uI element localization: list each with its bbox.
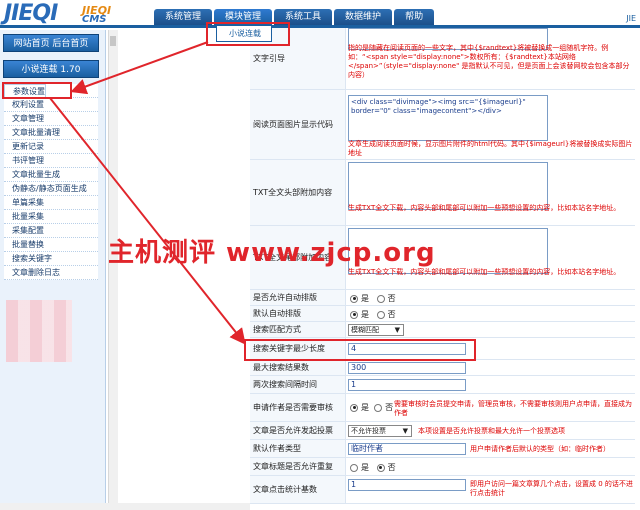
row-label: 搜索匹配方式 bbox=[250, 322, 346, 337]
form-row-text-guide: 文字引导 指的是随藏在阅读页面的一些文字，其中{$randtext}将被替换成一… bbox=[250, 28, 635, 90]
jieqi-logo: JIEQI JIEQI CMS bbox=[4, 0, 144, 26]
image-code-note: 文章生成阅读页面时候，显示图片附件的html代码。其中{$imageurl}将被… bbox=[348, 140, 633, 157]
main-nav: 系统管理 模块管理 系统工具 数据维护 帮助 bbox=[154, 9, 435, 25]
sidebar-menu: 参数设置 权限管理 权利设置 文章管理 文章批量清理 更新记录 书评管理 文章批… bbox=[4, 84, 98, 280]
radio-no-label: 否 bbox=[385, 403, 394, 412]
form-row-author-type: 默认作者类型 临时作者 用户申请作者后默认的类型（如：临时作者） bbox=[250, 440, 635, 458]
form-row-txt-header: TXT全文头部附加内容 生成TXT全文下载，内容头部和尾部可以附加一些预想设置的… bbox=[250, 160, 635, 226]
radio-no-label: 否 bbox=[387, 310, 396, 319]
logo-main: JIEQI bbox=[4, 1, 58, 26]
radio-no-label: 否 bbox=[387, 294, 396, 303]
form-row-auto-format: 是否允许自动排版 是 否 bbox=[250, 290, 635, 306]
author-type-note: 用户申请作者后默认的类型（如：临时作者） bbox=[470, 445, 610, 453]
voting-select[interactable]: 不允许投票 ▼ bbox=[348, 425, 412, 437]
radio-yes-label: 是 bbox=[361, 403, 369, 412]
sidebar-item-rights[interactable]: 权利设置 bbox=[4, 98, 98, 112]
form-row-search-interval: 两次搜索间隔时间 1 bbox=[250, 376, 635, 394]
annotation-box-keyword bbox=[244, 339, 476, 361]
watermark-text: 主机测评 www.zjcp.org bbox=[108, 238, 436, 268]
txt-header-note: 生成TXT全文下载，内容头部和尾部可以附加一些预想设置的内容，比如本站名字地址。 bbox=[348, 204, 621, 212]
author-review-note: 需要审核时会员提交申请，管理员审核，不需要审核则用户点申请，直接成为作者 bbox=[394, 400, 632, 417]
radio-no[interactable] bbox=[374, 403, 383, 412]
radio-yes[interactable] bbox=[350, 294, 358, 303]
row-label: 文章标题是否允许重复 bbox=[250, 458, 346, 475]
search-match-value: 模糊匹配 bbox=[351, 326, 379, 334]
sidebar-item-delete-log[interactable]: 文章删除日志 bbox=[4, 266, 98, 280]
row-label: 阅读页面图片显示代码 bbox=[250, 90, 346, 159]
sidebar-item-batch-replace[interactable]: 批量替换 bbox=[4, 238, 98, 252]
logo-sub2: CMS bbox=[82, 14, 107, 25]
radio-yes[interactable] bbox=[350, 403, 358, 412]
sidebar-item-updates[interactable]: 更新记录 bbox=[4, 140, 98, 154]
chevron-down-icon: ▼ bbox=[394, 326, 400, 334]
row-label: 文章是否允许发起投票 bbox=[250, 422, 346, 439]
form-row-click-base: 文章点击统计基数 1 即用户访问一篇文章算几个点击，设置成 0 的话不进行点击统… bbox=[250, 476, 635, 504]
radio-no[interactable] bbox=[376, 294, 385, 303]
form-row-image-code: 阅读页面图片显示代码 <div class="divimage"><img sr… bbox=[250, 90, 635, 160]
row-label: 默认作者类型 bbox=[250, 440, 346, 457]
text-guide-note: 指的是随藏在阅读页面的一些文字，其中{$randtext}将被替换成一组随机字符… bbox=[348, 44, 630, 79]
row-label: 申请作者是否需要审核 bbox=[250, 394, 346, 421]
sidebar-item-batch-generate[interactable]: 文章批量生成 bbox=[4, 168, 98, 182]
radio-yes[interactable] bbox=[350, 463, 358, 472]
form-row-max-results: 最大搜索结果数 300 bbox=[250, 360, 635, 376]
max-results-input[interactable]: 300 bbox=[348, 362, 466, 374]
row-label: 默认自动排版 bbox=[250, 306, 346, 321]
sidebar: 网站首页 后台首页 小说连载 1.70 参数设置 权限管理 权利设置 文章管理 … bbox=[0, 30, 106, 510]
settings-form: 文字引导 指的是随藏在阅读页面的一些文字，其中{$randtext}将被替换成一… bbox=[250, 28, 635, 510]
author-type-input[interactable]: 临时作者 bbox=[348, 443, 466, 455]
sidebar-item-reviews[interactable]: 书评管理 bbox=[4, 154, 98, 168]
radio-no[interactable] bbox=[376, 463, 385, 472]
sidebar-item-batch-clean[interactable]: 文章批量清理 bbox=[4, 126, 98, 140]
annotation-box-sidebar bbox=[2, 82, 72, 99]
txt-header-textarea[interactable] bbox=[348, 162, 548, 210]
row-label: 两次搜索间隔时间 bbox=[250, 376, 346, 393]
radio-yes-label: 是 bbox=[361, 294, 369, 303]
tab-system[interactable]: 系统管理 bbox=[154, 9, 213, 25]
tab-help[interactable]: 帮助 bbox=[394, 9, 435, 25]
sidebar-item-search-keywords[interactable]: 搜索关键字 bbox=[4, 252, 98, 266]
sidebar-item-articles[interactable]: 文章管理 bbox=[4, 112, 98, 126]
radio-yes-label: 是 bbox=[361, 310, 369, 319]
radio-no-label: 否 bbox=[387, 463, 396, 472]
sidebar-item-batch-collect[interactable]: 批量采集 bbox=[4, 210, 98, 224]
search-match-select[interactable]: 模糊匹配 ▼ bbox=[348, 324, 404, 336]
row-label: 最大搜索结果数 bbox=[250, 360, 346, 375]
voting-note: 本项设置是否允许投票和最大允许一个投票选项 bbox=[418, 427, 565, 435]
annotation-box-menu bbox=[206, 22, 290, 46]
module-title[interactable]: 小说连载 1.70 bbox=[3, 60, 99, 78]
blurred-region bbox=[6, 300, 72, 362]
tab-data[interactable]: 数据维护 bbox=[334, 9, 393, 25]
home-button[interactable]: 网站首页 后台首页 bbox=[3, 34, 99, 52]
click-base-note: 即用户访问一篇文章算几个点击，设置成 0 的话不进行点击统计 bbox=[470, 480, 633, 497]
txt-footer-note: 生成TXT全文下载，内容头部和尾部可以附加一些预想设置的内容，比如本站名字地址。 bbox=[348, 268, 621, 276]
row-label: TXT全文头部附加内容 bbox=[250, 160, 346, 225]
chevron-down-icon: ▼ bbox=[402, 427, 408, 435]
row-label: 是否允许自动排版 bbox=[250, 290, 346, 305]
radio-yes[interactable] bbox=[350, 310, 358, 319]
form-row-search-match: 搜索匹配方式 模糊匹配 ▼ bbox=[250, 322, 635, 338]
image-code-textarea[interactable]: <div class="divimage"><img src="{$imageu… bbox=[348, 95, 548, 141]
search-interval-input[interactable]: 1 bbox=[348, 379, 466, 391]
radio-yes-label: 是 bbox=[361, 463, 369, 472]
form-row-default-format: 默认自动排版 是 否 bbox=[250, 306, 635, 322]
user-link[interactable]: JIE bbox=[626, 14, 636, 23]
form-row-voting: 文章是否允许发起投票 不允许投票 ▼ 本项设置是否允许投票和最大允许一个投票选项 bbox=[250, 422, 635, 440]
sidebar-item-collect-config[interactable]: 采集配置 bbox=[4, 224, 98, 238]
row-label: 文章点击统计基数 bbox=[250, 476, 346, 503]
sidebar-item-single-collect[interactable]: 单篇采集 bbox=[4, 196, 98, 210]
top-bar: JIEQI JIEQI CMS 系统管理 模块管理 系统工具 数据维护 帮助 J… bbox=[0, 0, 640, 28]
form-row-author-review: 申请作者是否需要审核 是 否 需要审核时会员提交申请，管理员审核，不需要审核则用… bbox=[250, 394, 635, 422]
sidebar-item-static-pages[interactable]: 伪静态/静态页面生成 bbox=[4, 182, 98, 196]
form-row-title-duplicate: 文章标题是否允许重复 是 否 bbox=[250, 458, 635, 476]
scrollbar-thumb[interactable] bbox=[110, 36, 116, 46]
sidebar-scrollbar[interactable] bbox=[108, 30, 118, 510]
click-base-input[interactable]: 1 bbox=[348, 479, 466, 491]
voting-value: 不允许投票 bbox=[351, 427, 386, 435]
bottom-scrollbar[interactable] bbox=[0, 503, 250, 510]
radio-no[interactable] bbox=[376, 310, 385, 319]
